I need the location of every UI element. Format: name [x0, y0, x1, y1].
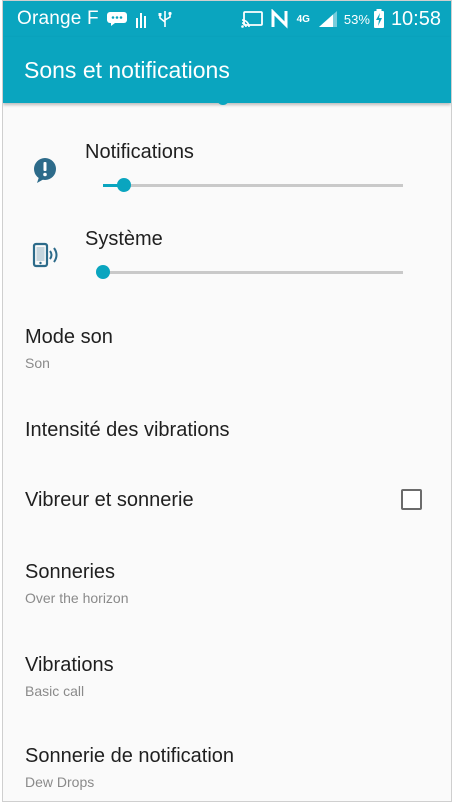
- setting-subtitle: Dew Drops: [25, 774, 95, 790]
- notifications-volume-slider[interactable]: [103, 175, 403, 195]
- scroll-indicator: [217, 96, 229, 105]
- slider-thumb[interactable]: [117, 178, 131, 192]
- setting-vibreur-et-sonnerie[interactable]: Vibreur et sonnerie: [3, 489, 451, 529]
- setting-sonneries[interactable]: Sonneries Over the horizon: [3, 561, 451, 621]
- setting-vibrations[interactable]: Vibrations Basic call: [3, 654, 451, 714]
- cell-signal-icon: [318, 10, 338, 28]
- carrier-label: Orange F: [17, 8, 99, 29]
- page-title: Sons et notifications: [24, 57, 230, 83]
- slider-track: [103, 184, 403, 187]
- volume-label: Notifications: [85, 141, 194, 163]
- slider-thumb[interactable]: [96, 265, 110, 279]
- signal-bars-icon: [135, 10, 149, 28]
- clock: 10:58: [390, 7, 441, 30]
- message-icon: [106, 12, 127, 26]
- phone-sound-icon: [31, 241, 61, 271]
- setting-title: Sonneries: [25, 561, 116, 583]
- volume-notifications: Notifications: [3, 138, 451, 208]
- cast-icon: [240, 10, 263, 28]
- battery-charging-icon: [373, 9, 385, 29]
- network-4g-icon: 4G: [296, 13, 310, 25]
- setting-title: Vibrations: [25, 654, 114, 676]
- setting-subtitle: Basic call: [25, 683, 85, 699]
- settings-screen: Orange F 4G 53% 10:58 Sons et notificati…: [2, 0, 452, 802]
- setting-title: Mode son: [25, 326, 113, 348]
- status-bar: Orange F 4G 53% 10:58: [3, 1, 451, 37]
- vibreur-checkbox[interactable]: [401, 489, 422, 510]
- setting-sonnerie-notification[interactable]: Sonnerie de notification Dew Drops: [3, 745, 451, 801]
- setting-subtitle: Son: [25, 355, 50, 371]
- setting-subtitle: Over the horizon: [25, 590, 129, 606]
- setting-title: Sonnerie de notification: [25, 745, 235, 767]
- nfc-icon: [271, 9, 289, 29]
- volume-system: Système: [3, 225, 451, 295]
- setting-intensite-vibrations[interactable]: Intensité des vibrations: [3, 419, 451, 459]
- system-volume-slider[interactable]: [96, 262, 403, 282]
- notification-alert-icon: [31, 156, 61, 186]
- usb-icon: [157, 10, 173, 28]
- setting-mode-son[interactable]: Mode son Son: [3, 326, 451, 386]
- slider-track: [103, 271, 403, 274]
- setting-title: Vibreur et sonnerie: [25, 489, 194, 511]
- volume-label: Système: [85, 228, 163, 250]
- setting-title: Intensité des vibrations: [25, 419, 230, 441]
- app-bar: Sons et notifications: [3, 37, 451, 103]
- battery-percent: 53%: [343, 11, 370, 27]
